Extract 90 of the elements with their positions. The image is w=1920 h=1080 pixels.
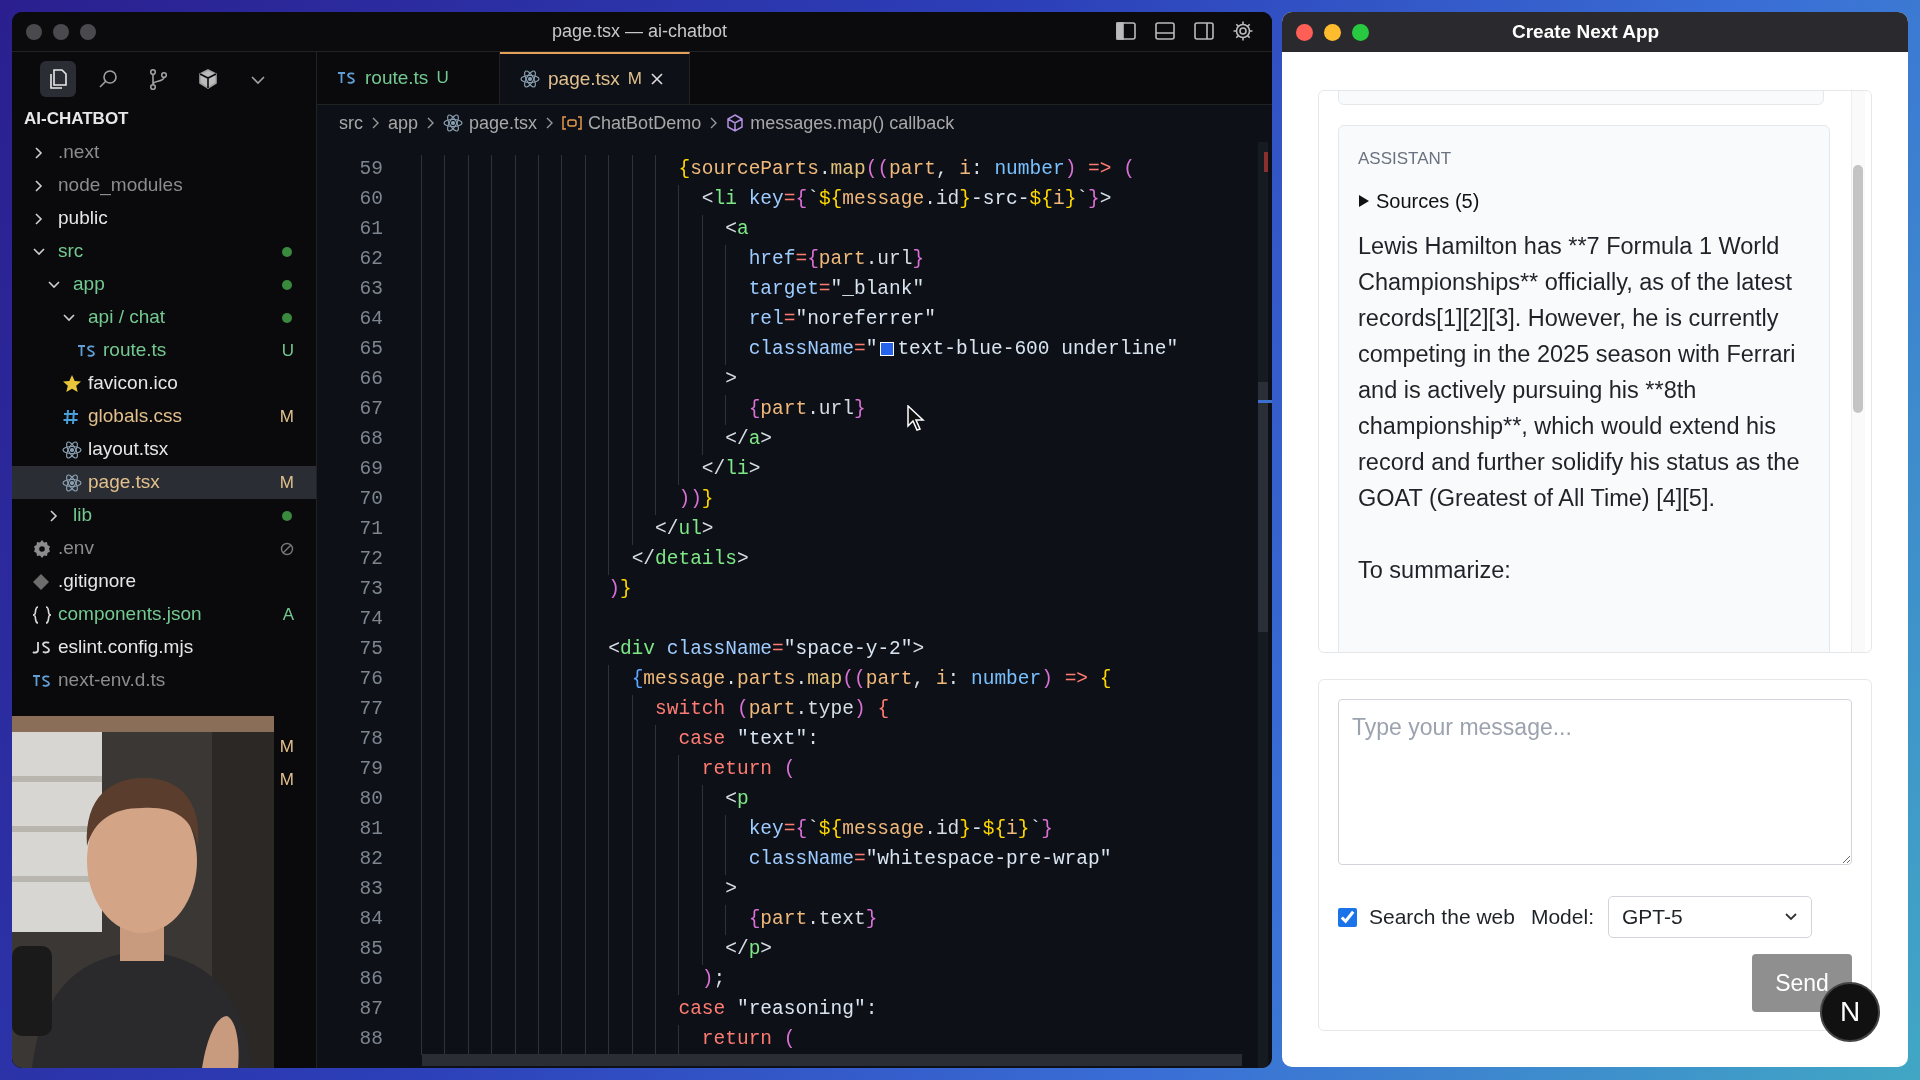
file-name: .env [58,536,95,561]
code-line: {part.url} [748,397,866,423]
model-label: Model: [1530,904,1594,931]
code-line: ))} [678,487,714,513]
file-name: api / chat [88,305,167,330]
line-number: 88 [358,1027,383,1053]
code-line: > [725,367,737,393]
code-line: {message.parts.map((part, i: number) => { [631,667,1112,693]
file-name: src [58,239,85,264]
line-number: 79 [358,757,383,783]
file-name: components.json [58,602,203,627]
message-text: To summarize: [1358,555,1512,585]
line-number: 60 [358,187,383,213]
line-number: 73 [358,577,383,603]
line-number: 63 [358,277,383,303]
line-number: 82 [358,847,383,873]
file-name: globals.css [88,404,183,429]
code-line: case "text": [678,727,819,753]
line-number: 67 [358,397,383,423]
file-name: eslint.config.mjs [58,635,195,660]
code-line: case "reasoning": [678,997,878,1023]
line-number: 85 [358,937,383,963]
code-line: <div className="space-y-2"> [608,637,925,663]
file-name: public [58,206,109,231]
file-name: .gitignore [58,569,138,594]
file-name: layout.tsx [88,437,170,462]
line-number: 86 [358,967,383,993]
checkbox-label: Search the web [1369,904,1515,931]
code-line: </a> [725,427,773,453]
git-status-letter: M [279,735,294,758]
line-number: 81 [358,817,383,843]
code-line: <li key={`${message.id}-src-${i}`}> [701,187,1112,213]
code-line: target="_blank" [748,277,925,303]
git-status-letter: A [282,603,294,626]
line-number: 83 [358,877,383,903]
line-number: 78 [358,727,383,753]
line-number: 68 [358,427,383,453]
code-line: return ( [701,1027,796,1053]
code-line: return ( [701,757,796,783]
code-line: {part.text} [748,907,878,933]
code-line: rel="noreferrer" [748,307,936,333]
code-line: key={`${message.id}-${i}`} [748,817,1053,843]
line-number: 62 [358,247,383,273]
line-number: 65 [358,337,383,363]
file-name: .next [58,140,101,165]
file-name: page.tsx [88,470,161,495]
code-line: </li> [701,457,761,483]
explorer-title: AI-CHATBOT [23,108,130,131]
line-number: 84 [358,907,383,933]
code-line: </p> [725,937,773,963]
line-number: 75 [358,637,383,663]
line-number: 70 [358,487,383,513]
line-number: 87 [358,997,383,1023]
line-number: 77 [358,697,383,723]
line-number: 59 [358,157,383,183]
line-number: 69 [358,457,383,483]
file-name: app [73,272,106,297]
code-line: )} [608,577,632,603]
code-line: href={part.url} [748,247,925,273]
code-line: <a [725,217,749,243]
code-line: </details> [631,547,749,573]
file-name: favicon.ico [88,371,179,396]
code-line: </ul> [655,517,714,543]
code-line: {sourceParts.map((part, i: number) => ( [678,157,1135,183]
line-number: 74 [358,607,383,633]
code-line: switch (part.type) { [655,697,890,723]
file-name: node_modules [58,173,184,198]
file-name: lib [73,503,93,528]
code-line: className="whitespace-pre-wrap" [748,847,1112,873]
window-title: page.tsx — ai-chatbot [552,20,728,43]
code-line: ); [701,967,726,993]
window-title: Create Next App [1512,19,1660,44]
line-number: 64 [358,307,383,333]
message-role: ASSISTANT [1358,148,1453,170]
git-status-letter: U [281,339,294,362]
git-status-letter: M [279,471,294,494]
file-name: next-env.d.ts [58,668,167,693]
git-status-letter: M [279,768,294,791]
code-line: className=" text-blue-600 underline" [748,337,1179,363]
code-line: <p [725,787,749,813]
line-number: 71 [358,517,383,543]
line-number: 72 [358,547,383,573]
git-status-letter: M [279,405,294,428]
line-number: 61 [358,217,383,243]
line-number: 66 [358,367,383,393]
line-number: 80 [358,787,383,813]
message-text: Lewis Hamilton has **7 Formula 1 World Championships** officially, as of the latest records[1][2][3]. However, he is currently competing in the 2025 season with Ferrari and is actively pursuing his **8th championship**, which would extend his record and further solidify his status as the GOAT (Greatest of All Time) [4][5]. [1358,231,1801,513]
file-name: route.ts [103,338,168,363]
line-number: 76 [358,667,383,693]
code-line: > [725,877,737,903]
